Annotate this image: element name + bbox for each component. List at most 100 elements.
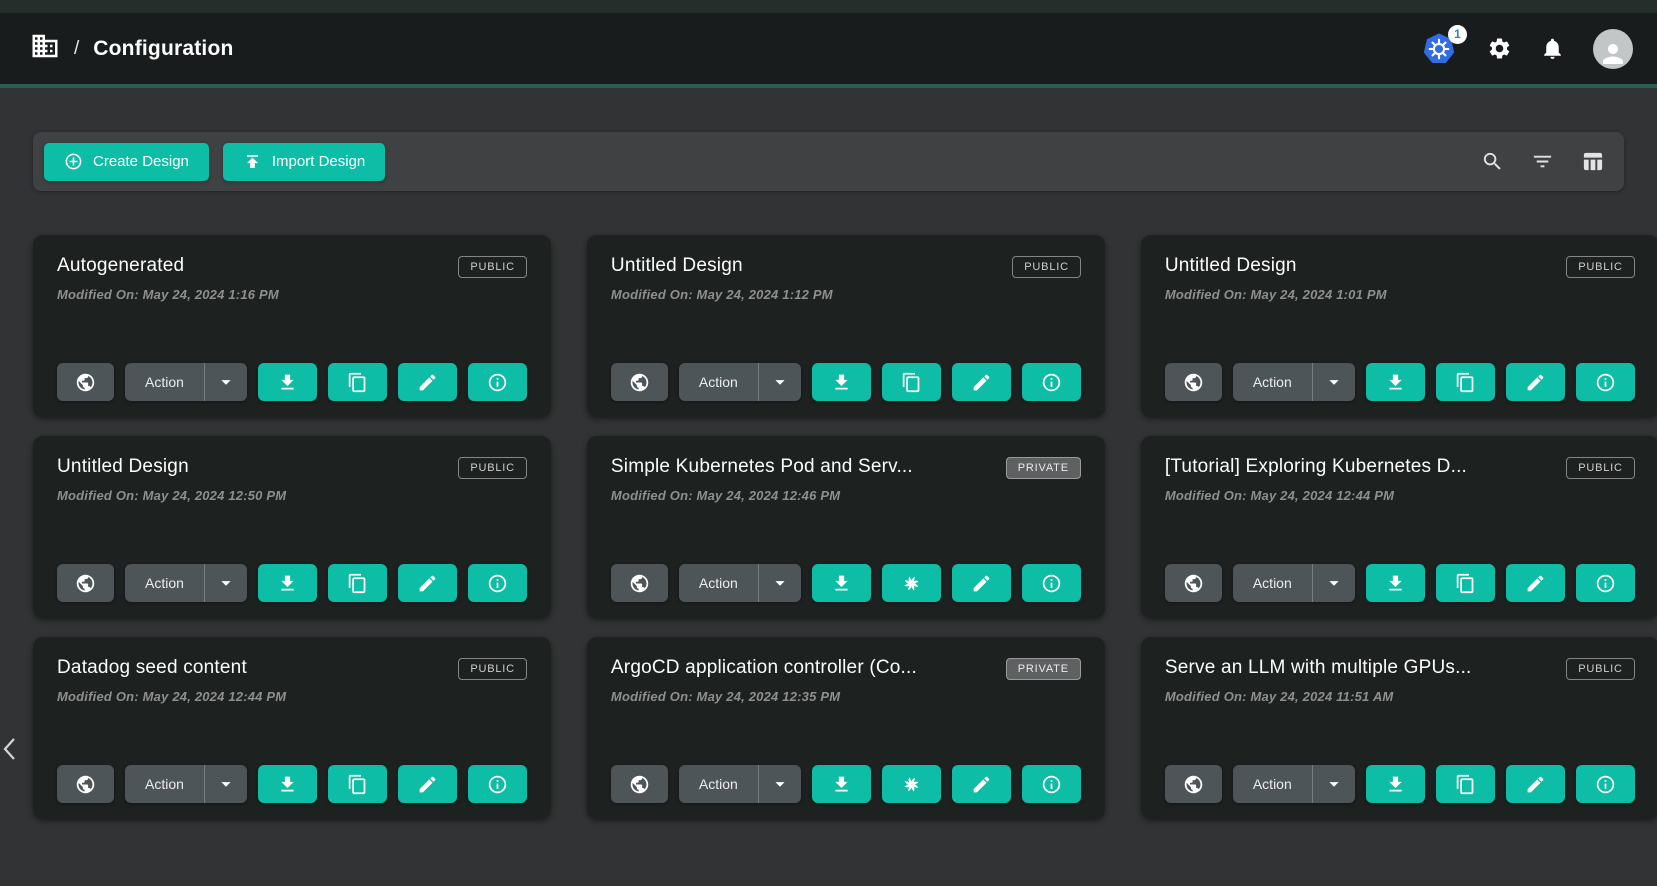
table-view-button[interactable] xyxy=(1581,150,1604,173)
action-button-label[interactable]: Action xyxy=(679,374,758,390)
info-button[interactable] xyxy=(1022,564,1081,602)
action-button-label[interactable]: Action xyxy=(125,776,204,792)
info-button[interactable] xyxy=(468,564,527,602)
download-button[interactable] xyxy=(258,363,317,401)
clone-button[interactable] xyxy=(328,564,387,602)
info-icon xyxy=(487,573,508,594)
filter-button[interactable] xyxy=(1531,150,1554,173)
visibility-globe-button[interactable] xyxy=(1165,765,1222,803)
settings-button[interactable] xyxy=(1487,36,1512,61)
globe-icon xyxy=(1183,573,1204,594)
clone-button[interactable] xyxy=(328,765,387,803)
design-card: Untitled Design PUBLIC Modified On: May … xyxy=(587,235,1105,417)
collapse-drawer-button[interactable] xyxy=(0,733,20,767)
info-button[interactable] xyxy=(468,363,527,401)
download-icon xyxy=(831,573,852,594)
action-dropdown-caret[interactable] xyxy=(1313,572,1355,594)
download-button[interactable] xyxy=(1366,765,1425,803)
window-top-strip xyxy=(0,0,1657,13)
info-button[interactable] xyxy=(1576,765,1635,803)
action-dropdown-caret[interactable] xyxy=(205,371,247,393)
action-split-button[interactable]: Action xyxy=(125,564,247,602)
download-button[interactable] xyxy=(812,765,871,803)
visibility-badge: PRIVATE xyxy=(1006,658,1081,680)
edit-button[interactable] xyxy=(398,765,457,803)
edit-button[interactable] xyxy=(1506,363,1565,401)
action-dropdown-caret[interactable] xyxy=(759,773,801,795)
action-split-button[interactable]: Action xyxy=(125,363,247,401)
action-button-label[interactable]: Action xyxy=(679,776,758,792)
visibility-globe-button[interactable] xyxy=(611,363,668,401)
clone-button[interactable] xyxy=(1436,765,1495,803)
visibility-globe-button[interactable] xyxy=(57,363,114,401)
visibility-globe-button[interactable] xyxy=(611,564,668,602)
visibility-globe-button[interactable] xyxy=(57,765,114,803)
user-avatar[interactable] xyxy=(1593,29,1633,69)
info-button[interactable] xyxy=(1022,765,1081,803)
modified-on-label: Modified On: May 24, 2024 12:44 PM xyxy=(1165,488,1635,503)
edit-button[interactable] xyxy=(952,765,1011,803)
action-dropdown-caret[interactable] xyxy=(205,773,247,795)
globe-icon xyxy=(1183,774,1204,795)
edit-button[interactable] xyxy=(398,363,457,401)
design-card: Datadog seed content PUBLIC Modified On:… xyxy=(33,637,551,819)
visibility-globe-button[interactable] xyxy=(1165,363,1222,401)
info-button[interactable] xyxy=(1576,564,1635,602)
modified-on-label: Modified On: May 24, 2024 12:46 PM xyxy=(611,488,1081,503)
action-button-label[interactable]: Action xyxy=(1233,575,1312,591)
download-button[interactable] xyxy=(258,564,317,602)
chevron-down-icon xyxy=(215,773,237,795)
action-split-button[interactable]: Action xyxy=(679,765,801,803)
download-button[interactable] xyxy=(812,363,871,401)
action-split-button[interactable]: Action xyxy=(1233,765,1355,803)
info-button[interactable] xyxy=(1022,363,1081,401)
edit-button[interactable] xyxy=(1506,564,1565,602)
visibility-globe-button[interactable] xyxy=(611,765,668,803)
create-design-button[interactable]: Create Design xyxy=(44,143,209,181)
action-button-label[interactable]: Action xyxy=(125,575,204,591)
organization-building-icon[interactable] xyxy=(30,31,60,66)
visibility-globe-button[interactable] xyxy=(1165,564,1222,602)
action-button-label[interactable]: Action xyxy=(679,575,758,591)
action-dropdown-caret[interactable] xyxy=(205,572,247,594)
action-button-label[interactable]: Action xyxy=(125,374,204,390)
visibility-badge: PUBLIC xyxy=(1566,256,1635,278)
download-button[interactable] xyxy=(1366,363,1425,401)
action-split-button[interactable]: Action xyxy=(1233,363,1355,401)
design-card: ArgoCD application controller (Co... PRI… xyxy=(587,637,1105,819)
action-button-label[interactable]: Action xyxy=(1233,374,1312,390)
kubernetes-context-button[interactable]: 1 xyxy=(1421,31,1459,67)
clone-button[interactable] xyxy=(328,363,387,401)
download-button[interactable] xyxy=(258,765,317,803)
visibility-globe-button[interactable] xyxy=(57,564,114,602)
clone-button[interactable] xyxy=(882,564,941,602)
action-split-button[interactable]: Action xyxy=(679,564,801,602)
clone-button[interactable] xyxy=(882,363,941,401)
action-split-button[interactable]: Action xyxy=(125,765,247,803)
download-button[interactable] xyxy=(1366,564,1425,602)
action-split-button[interactable]: Action xyxy=(679,363,801,401)
action-dropdown-caret[interactable] xyxy=(1313,773,1355,795)
globe-icon xyxy=(75,774,96,795)
action-button-label[interactable]: Action xyxy=(1233,776,1312,792)
notifications-button[interactable] xyxy=(1540,36,1565,61)
edit-button[interactable] xyxy=(952,363,1011,401)
download-button[interactable] xyxy=(812,564,871,602)
import-design-button[interactable]: Import Design xyxy=(223,143,385,181)
info-button[interactable] xyxy=(1576,363,1635,401)
design-title: Untitled Design xyxy=(611,255,743,277)
action-dropdown-caret[interactable] xyxy=(759,371,801,393)
edit-button[interactable] xyxy=(1506,765,1565,803)
action-split-button[interactable]: Action xyxy=(1233,564,1355,602)
info-button[interactable] xyxy=(468,765,527,803)
action-dropdown-caret[interactable] xyxy=(759,572,801,594)
download-icon xyxy=(1385,573,1406,594)
search-button[interactable] xyxy=(1481,150,1504,173)
clone-button[interactable] xyxy=(1436,564,1495,602)
edit-button[interactable] xyxy=(952,564,1011,602)
clone-button[interactable] xyxy=(1436,363,1495,401)
design-card: Autogenerated PUBLIC Modified On: May 24… xyxy=(33,235,551,417)
action-dropdown-caret[interactable] xyxy=(1313,371,1355,393)
edit-button[interactable] xyxy=(398,564,457,602)
clone-button[interactable] xyxy=(882,765,941,803)
